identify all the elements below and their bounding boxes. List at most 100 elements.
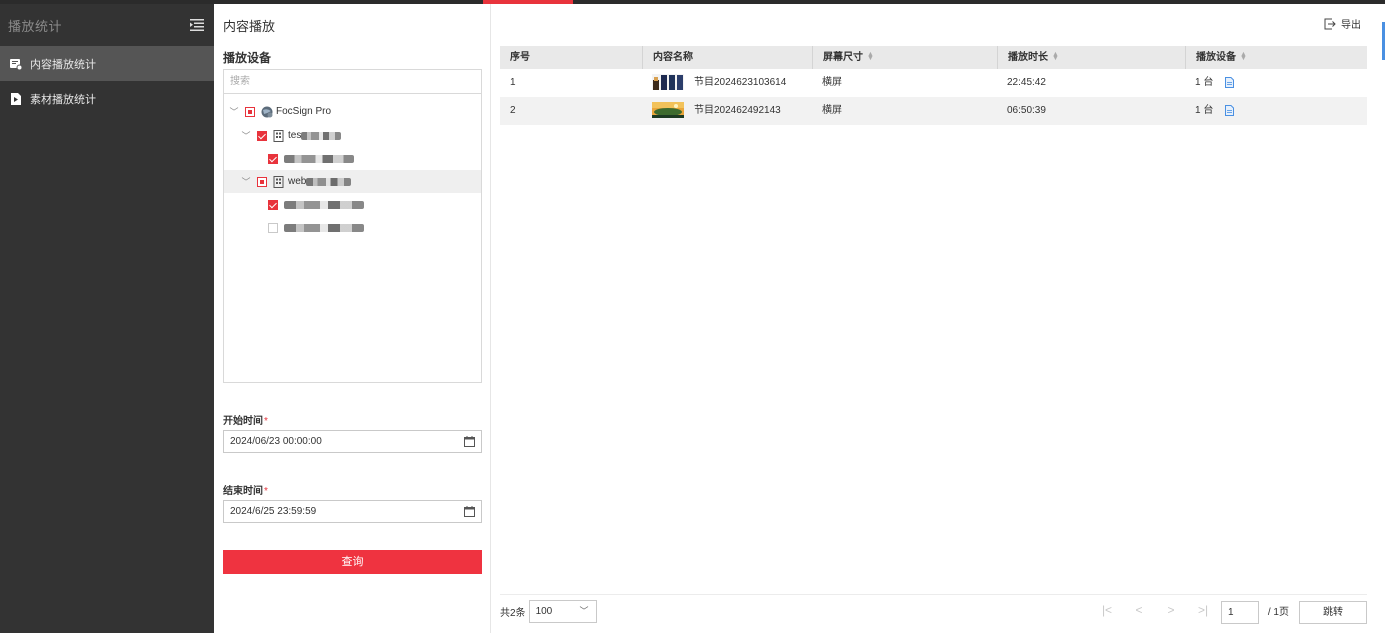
query-button[interactable]: 查询 bbox=[223, 550, 482, 574]
tree-node-device[interactable] bbox=[224, 216, 481, 239]
sort-icon[interactable]: ▲ ▼ bbox=[867, 51, 874, 62]
report-icon bbox=[10, 58, 22, 70]
chevron-down-icon: ﹀ bbox=[579, 606, 589, 616]
cell-name-text: 节目2024623103614 bbox=[694, 77, 787, 88]
end-time-label-text: 结束时间 bbox=[223, 486, 263, 497]
cell-devices: 1 台 bbox=[1185, 69, 1235, 97]
obscured-text bbox=[284, 200, 364, 209]
tree-checkbox[interactable] bbox=[257, 130, 267, 141]
end-time-label: 结束时间* bbox=[223, 482, 268, 497]
calendar-icon[interactable] bbox=[464, 436, 475, 447]
required-mark: * bbox=[264, 416, 268, 427]
sidebar-item-material-stats[interactable]: 素材播放统计 bbox=[0, 81, 214, 116]
next-page-icon[interactable]: > bbox=[1165, 603, 1177, 617]
tree-checkbox[interactable] bbox=[268, 153, 278, 164]
sidebar-item-label: 素材播放统计 bbox=[30, 93, 96, 106]
obscured-text bbox=[301, 131, 342, 140]
cell-name-text: 节目202462492143 bbox=[694, 105, 781, 116]
jump-button[interactable]: 跳转 bbox=[1299, 601, 1367, 624]
sidebar-title: 播放统计 bbox=[8, 18, 63, 34]
chevron-down-icon[interactable]: ﹀ bbox=[241, 175, 251, 188]
tree-node-group[interactable]: ﹀ tes bbox=[224, 124, 481, 147]
page-size-value: 100 bbox=[535, 606, 553, 617]
required-mark: * bbox=[264, 486, 268, 497]
collapse-menu-icon[interactable] bbox=[190, 19, 204, 31]
col-header-label: 播放时长 bbox=[1008, 52, 1048, 63]
cell-name[interactable]: 节目202462492143 bbox=[642, 97, 781, 125]
col-header-index: 序号 bbox=[500, 46, 642, 69]
col-header-label: 屏幕尺寸 bbox=[823, 52, 863, 63]
tree-node-device[interactable] bbox=[224, 193, 481, 216]
obscured-text bbox=[306, 177, 352, 186]
page-number-input[interactable]: 1 bbox=[1221, 601, 1259, 624]
first-page-icon[interactable]: |< bbox=[1101, 603, 1113, 617]
total-pages: / 1页 bbox=[1267, 607, 1289, 618]
total-count: 共2条 bbox=[500, 608, 526, 619]
cell-duration: 06:50:39 bbox=[1007, 105, 1046, 116]
col-header-label: 播放设备 bbox=[1196, 52, 1236, 63]
prev-page-icon[interactable]: < bbox=[1133, 603, 1145, 617]
export-icon bbox=[1324, 18, 1336, 29]
col-header-name: 内容名称 bbox=[642, 46, 812, 69]
last-page-icon[interactable]: >| bbox=[1197, 603, 1209, 617]
device-section-label: 播放设备 bbox=[223, 51, 272, 65]
sort-icon[interactable]: ▲ ▼ bbox=[1052, 51, 1059, 62]
table-row[interactable]: 2 节目202462492143 横屏 06:50:39 1 台 bbox=[500, 97, 1367, 125]
cell-devices: 1 台 bbox=[1185, 97, 1235, 125]
end-time-input[interactable]: 2024/6/25 23:59:59 bbox=[223, 500, 482, 523]
pagination: 共2条 100 ﹀ |< < > >| 1 / 1页 跳转 bbox=[500, 594, 1367, 628]
cell-devices-text: 1 台 bbox=[1195, 105, 1214, 116]
main-content: 导出 序号 内容名称 屏幕尺寸 ▲ ▼ 播放时长 ▲ ▼ 播放设备 ▲ ▼ 1 节目2024… bbox=[491, 4, 1385, 633]
filter-panel: 内容播放 播放设备 搜索 ﹀ FocSign Pro ﹀ tes ﹀ web 开… bbox=[214, 4, 491, 633]
page-size-select[interactable]: 100 ﹀ bbox=[528, 600, 597, 623]
document-icon[interactable] bbox=[1225, 76, 1235, 88]
cell-size: 横屏 bbox=[822, 77, 842, 88]
tree-node-group[interactable]: ﹀ web bbox=[224, 170, 481, 193]
tree-node-label: web bbox=[288, 176, 307, 187]
col-header-label: 内容名称 bbox=[653, 52, 693, 63]
tree-checkbox[interactable] bbox=[268, 222, 278, 233]
content-thumbnail bbox=[652, 102, 684, 119]
play-file-icon bbox=[11, 92, 21, 105]
content-thumbnail bbox=[652, 74, 684, 91]
obscured-text bbox=[284, 223, 364, 232]
end-time-value: 2024/6/25 23:59:59 bbox=[230, 506, 317, 517]
col-header-devices[interactable]: 播放设备 ▲ ▼ bbox=[1185, 46, 1367, 69]
chevron-down-icon[interactable]: ﹀ bbox=[241, 129, 251, 142]
page-title: 内容播放 bbox=[223, 19, 276, 34]
start-time-input[interactable]: 2024/06/23 00:00:00 bbox=[223, 430, 482, 453]
col-header-size[interactable]: 屏幕尺寸 ▲ ▼ bbox=[812, 46, 997, 69]
tree-node-label: FocSign Pro bbox=[276, 106, 332, 117]
sort-icon[interactable]: ▲ ▼ bbox=[1240, 51, 1247, 62]
export-button[interactable]: 导出 bbox=[1324, 16, 1361, 31]
stats-table: 序号 内容名称 屏幕尺寸 ▲ ▼ 播放时长 ▲ ▼ 播放设备 ▲ ▼ 1 节目2024623… bbox=[500, 46, 1367, 125]
tree-checkbox[interactable] bbox=[268, 199, 278, 210]
calendar-icon[interactable] bbox=[464, 506, 475, 517]
start-time-value: 2024/06/23 00:00:00 bbox=[230, 436, 322, 447]
chevron-down-icon[interactable]: ﹀ bbox=[229, 105, 239, 118]
tree-node-label: tes bbox=[288, 130, 302, 141]
tree-checkbox[interactable] bbox=[257, 176, 267, 187]
globe-icon bbox=[261, 106, 273, 117]
cell-devices-text: 1 台 bbox=[1195, 77, 1214, 88]
start-time-label: 开始时间* bbox=[223, 412, 268, 427]
sidebar-item-content-stats[interactable]: 内容播放统计 bbox=[0, 46, 214, 81]
tree-node-root[interactable]: ﹀ FocSign Pro bbox=[224, 100, 481, 123]
table-header: 序号 内容名称 屏幕尺寸 ▲ ▼ 播放时长 ▲ ▼ 播放设备 ▲ ▼ bbox=[500, 46, 1367, 69]
table-row[interactable]: 1 节目2024623103614 横屏 22:45:42 1 台 bbox=[500, 69, 1367, 97]
building-icon bbox=[273, 175, 284, 188]
tree-node-device[interactable] bbox=[224, 147, 481, 170]
page-nav: |< < > >| bbox=[1101, 603, 1209, 617]
cell-size: 横屏 bbox=[822, 105, 842, 116]
cell-name[interactable]: 节目2024623103614 bbox=[642, 69, 786, 97]
device-tree: ﹀ FocSign Pro ﹀ tes ﹀ web bbox=[223, 93, 482, 383]
col-header-duration[interactable]: 播放时长 ▲ ▼ bbox=[997, 46, 1185, 69]
building-icon bbox=[273, 129, 284, 142]
cell-index: 2 bbox=[510, 105, 516, 116]
document-icon[interactable] bbox=[1225, 104, 1235, 116]
tree-checkbox[interactable] bbox=[245, 106, 255, 117]
sidebar: 播放统计 内容播放统计 素材播放统计 bbox=[0, 4, 214, 633]
cell-index: 1 bbox=[510, 77, 516, 88]
cell-duration: 22:45:42 bbox=[1007, 77, 1046, 88]
device-search-input[interactable]: 搜索 bbox=[223, 69, 482, 93]
